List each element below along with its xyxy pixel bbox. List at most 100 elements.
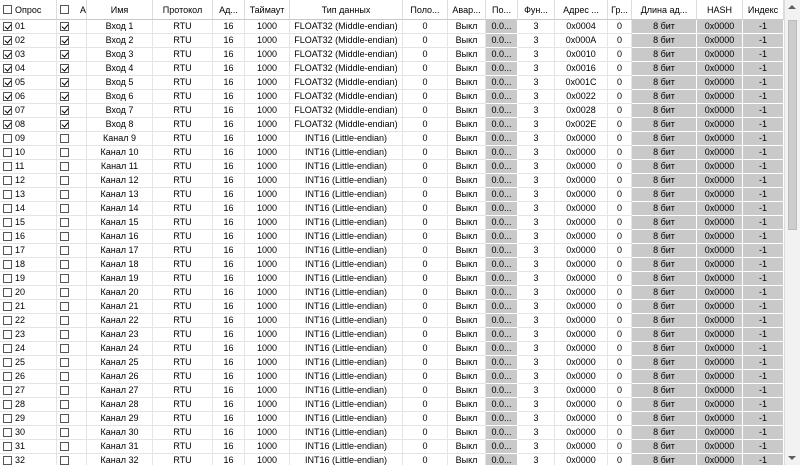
cell-num[interactable]: 28 — [0, 398, 57, 412]
cell-num[interactable]: 02 — [0, 34, 57, 48]
cell-flag[interactable] — [57, 412, 87, 426]
cell-num[interactable]: 15 — [0, 216, 57, 230]
flag-checkbox[interactable] — [60, 218, 69, 227]
poll-checkbox[interactable] — [3, 204, 12, 213]
cell-flag[interactable] — [57, 62, 87, 76]
cell-flag[interactable] — [57, 230, 87, 244]
cell-num[interactable]: 31 — [0, 440, 57, 454]
poll-checkbox[interactable] — [3, 50, 12, 59]
cell-flag[interactable] — [57, 426, 87, 440]
scroll-down-icon[interactable] — [788, 456, 796, 460]
poll-checkbox[interactable] — [3, 414, 12, 423]
cell-flag[interactable] — [57, 244, 87, 258]
table-row[interactable]: 02 Вход 2 RTU 16 1000 FLOAT32 (Middle-endian)… — [0, 34, 784, 48]
table-row[interactable]: 10 Канал 10 RTU 16 1000 INT16 (Little-endian)… — [0, 146, 784, 160]
flag-checkbox[interactable] — [60, 204, 69, 213]
flag-checkbox[interactable] — [60, 400, 69, 409]
poll-checkbox[interactable] — [3, 106, 12, 115]
cell-flag[interactable] — [57, 272, 87, 286]
cell-num[interactable]: 22 — [0, 314, 57, 328]
cell-flag[interactable] — [57, 34, 87, 48]
flag-checkbox[interactable] — [60, 260, 69, 269]
flag-checkbox[interactable] — [60, 316, 69, 325]
poll-checkbox[interactable] — [3, 400, 12, 409]
poll-checkbox[interactable] — [3, 246, 12, 255]
cell-num[interactable]: 19 — [0, 272, 57, 286]
flag-checkbox[interactable] — [60, 176, 69, 185]
flag-checkbox[interactable] — [60, 134, 69, 143]
cell-flag[interactable] — [57, 90, 87, 104]
table-row[interactable]: 24 Канал 24 RTU 16 1000 INT16 (Little-endian)… — [0, 342, 784, 356]
cell-flag[interactable] — [57, 370, 87, 384]
poll-checkbox[interactable] — [3, 218, 12, 227]
column-header-addr[interactable]: Ад... — [213, 0, 245, 20]
flag-checkbox[interactable] — [60, 246, 69, 255]
table-row[interactable]: 11 Канал 11 RTU 16 1000 INT16 (Little-endian)… — [0, 160, 784, 174]
cell-num[interactable]: 32 — [0, 454, 57, 465]
flag-checkbox[interactable] — [60, 162, 69, 171]
cell-flag[interactable] — [57, 440, 87, 454]
table-row[interactable]: 15 Канал 15 RTU 16 1000 INT16 (Little-endian)… — [0, 216, 784, 230]
cell-flag[interactable] — [57, 188, 87, 202]
table-row[interactable]: 26 Канал 26 RTU 16 1000 INT16 (Little-endian)… — [0, 370, 784, 384]
cell-num[interactable]: 03 — [0, 48, 57, 62]
cell-flag[interactable] — [57, 300, 87, 314]
cell-flag[interactable] — [57, 160, 87, 174]
poll-checkbox[interactable] — [3, 344, 12, 353]
table-row[interactable]: 31 Канал 31 RTU 16 1000 INT16 (Little-endian)… — [0, 440, 784, 454]
cell-num[interactable]: 08 — [0, 118, 57, 132]
scroll-thumb[interactable] — [788, 20, 797, 230]
cell-num[interactable]: 27 — [0, 384, 57, 398]
poll-checkbox[interactable] — [3, 232, 12, 241]
cell-flag[interactable] — [57, 48, 87, 62]
column-flag-checkbox[interactable] — [60, 5, 69, 14]
table-row[interactable]: 12 Канал 12 RTU 16 1000 INT16 (Little-endian)… — [0, 174, 784, 188]
table-row[interactable]: 05 Вход 5 RTU 16 1000 FLOAT32 (Middle-endian)… — [0, 76, 784, 90]
cell-flag[interactable] — [57, 104, 87, 118]
cell-flag[interactable] — [57, 20, 87, 34]
poll-checkbox[interactable] — [3, 428, 12, 437]
flag-checkbox[interactable] — [60, 232, 69, 241]
table-row[interactable]: 19 Канал 19 RTU 16 1000 INT16 (Little-endian)… — [0, 272, 784, 286]
poll-checkbox[interactable] — [3, 22, 12, 31]
cell-flag[interactable] — [57, 146, 87, 160]
column-header-func[interactable]: Фун... — [518, 0, 555, 20]
poll-checkbox[interactable] — [3, 162, 12, 171]
cell-flag[interactable] — [57, 216, 87, 230]
table-row[interactable]: 06 Вход 6 RTU 16 1000 FLOAT32 (Middle-endian)… — [0, 90, 784, 104]
poll-checkbox[interactable] — [3, 36, 12, 45]
table-row[interactable]: 21 Канал 21 RTU 16 1000 INT16 (Little-endian)… — [0, 300, 784, 314]
cell-num[interactable]: 18 — [0, 258, 57, 272]
table-row[interactable]: 20 Канал 20 RTU 16 1000 INT16 (Little-endian)… — [0, 286, 784, 300]
cell-flag[interactable] — [57, 286, 87, 300]
column-header-index[interactable]: Индекс — [743, 0, 784, 20]
poll-checkbox[interactable] — [3, 386, 12, 395]
cell-flag[interactable] — [57, 132, 87, 146]
flag-checkbox[interactable] — [60, 428, 69, 437]
cell-num[interactable]: 06 — [0, 90, 57, 104]
cell-flag[interactable] — [57, 356, 87, 370]
table-row[interactable]: 07 Вход 7 RTU 16 1000 FLOAT32 (Middle-endian)… — [0, 104, 784, 118]
table-row[interactable]: 18 Канал 18 RTU 16 1000 INT16 (Little-endian)… — [0, 258, 784, 272]
poll-checkbox[interactable] — [3, 358, 12, 367]
column-header-po[interactable]: По... — [486, 0, 518, 20]
cell-num[interactable]: 16 — [0, 230, 57, 244]
cell-flag[interactable] — [57, 384, 87, 398]
cell-flag[interactable] — [57, 258, 87, 272]
poll-checkbox[interactable] — [3, 134, 12, 143]
table-row[interactable]: 23 Канал 23 RTU 16 1000 INT16 (Little-endian)… — [0, 328, 784, 342]
cell-flag[interactable] — [57, 342, 87, 356]
poll-checkbox[interactable] — [3, 176, 12, 185]
cell-num[interactable]: 30 — [0, 426, 57, 440]
table-row[interactable]: 14 Канал 14 RTU 16 1000 INT16 (Little-endian)… — [0, 202, 784, 216]
poll-checkbox[interactable] — [3, 372, 12, 381]
column-header-hash[interactable]: HASH — [697, 0, 743, 20]
flag-checkbox[interactable] — [60, 302, 69, 311]
column-header-flag[interactable]: А — [57, 0, 87, 20]
vertical-scrollbar[interactable] — [784, 0, 800, 465]
column-header-pos[interactable]: Поло... — [403, 0, 448, 20]
cell-num[interactable]: 26 — [0, 370, 57, 384]
table-row[interactable]: 28 Канал 28 RTU 16 1000 INT16 (Little-endian)… — [0, 398, 784, 412]
table-row[interactable]: 22 Канал 22 RTU 16 1000 INT16 (Little-endian)… — [0, 314, 784, 328]
poll-checkbox[interactable] — [3, 442, 12, 451]
